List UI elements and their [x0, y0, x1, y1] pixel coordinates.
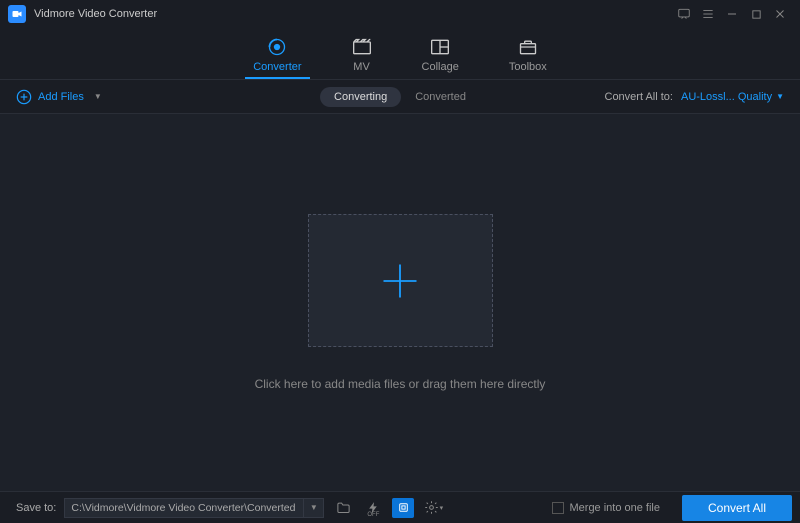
- save-path-selector[interactable]: C:\Vidmore\Vidmore Video Converter\Conve…: [64, 498, 324, 518]
- tab-toolbox[interactable]: Toolbox: [509, 37, 547, 79]
- chevron-down-icon[interactable]: ▼: [303, 499, 323, 517]
- toolbox-icon: [518, 37, 538, 57]
- feedback-icon[interactable]: [672, 2, 696, 26]
- app-title: Vidmore Video Converter: [34, 8, 157, 20]
- save-path-text: C:\Vidmore\Vidmore Video Converter\Conve…: [65, 502, 303, 514]
- open-folder-button[interactable]: [332, 498, 354, 518]
- file-drop-area: Click here to add media files or drag th…: [0, 114, 800, 491]
- add-files-label: Add Files: [38, 91, 84, 103]
- tab-converted[interactable]: Converted: [401, 87, 480, 107]
- tab-converting[interactable]: Converting: [320, 87, 401, 107]
- menu-icon[interactable]: [696, 2, 720, 26]
- convert-all-to-label: Convert All to:: [605, 91, 673, 103]
- tab-label: MV: [353, 61, 370, 73]
- merge-label: Merge into one file: [570, 502, 661, 514]
- maximize-button[interactable]: [744, 2, 768, 26]
- minimize-button[interactable]: [720, 2, 744, 26]
- bottom-bar: Save to: C:\Vidmore\Vidmore Video Conver…: [0, 491, 800, 523]
- converter-icon: [267, 37, 287, 57]
- hardware-accel-toggle[interactable]: [392, 498, 414, 518]
- close-button[interactable]: [768, 2, 792, 26]
- collage-icon: [430, 37, 450, 57]
- output-format-selector[interactable]: AU-Lossl... Quality ▼: [681, 91, 784, 103]
- secondary-bar: Add Files ▼ Converting Converted Convert…: [0, 80, 800, 114]
- mv-icon: [352, 37, 372, 57]
- chevron-down-icon: ▼: [94, 92, 102, 101]
- tab-mv[interactable]: MV: [352, 37, 372, 79]
- plus-icon: [378, 259, 422, 303]
- add-files-button[interactable]: Add Files ▼: [16, 89, 102, 105]
- tab-converter[interactable]: Converter: [253, 37, 301, 79]
- convert-status-tabs: Converting Converted: [320, 87, 480, 107]
- tab-label: Collage: [422, 61, 459, 73]
- convert-all-button[interactable]: Convert All: [682, 495, 792, 521]
- save-to-label: Save to:: [16, 502, 56, 514]
- chevron-down-icon: ▼: [776, 92, 784, 101]
- tab-label: Toolbox: [509, 61, 547, 73]
- titlebar: Vidmore Video Converter: [0, 0, 800, 28]
- tab-collage[interactable]: Collage: [422, 37, 459, 79]
- drop-hint-text: Click here to add media files or drag th…: [255, 377, 546, 391]
- high-speed-toggle[interactable]: OFF: [362, 498, 384, 518]
- settings-button[interactable]: ▾: [422, 498, 444, 518]
- plus-circle-icon: [16, 89, 32, 105]
- main-nav: Converter MV Collage Toolbox: [0, 28, 800, 80]
- app-logo-icon: [8, 5, 26, 23]
- checkbox-icon: [552, 502, 564, 514]
- merge-into-one-checkbox[interactable]: Merge into one file: [552, 502, 661, 514]
- tab-label: Converter: [253, 61, 301, 73]
- add-media-dropzone[interactable]: [308, 214, 493, 347]
- convert-all-to: Convert All to: AU-Lossl... Quality ▼: [605, 91, 785, 103]
- format-selected-text: AU-Lossl... Quality: [681, 91, 772, 103]
